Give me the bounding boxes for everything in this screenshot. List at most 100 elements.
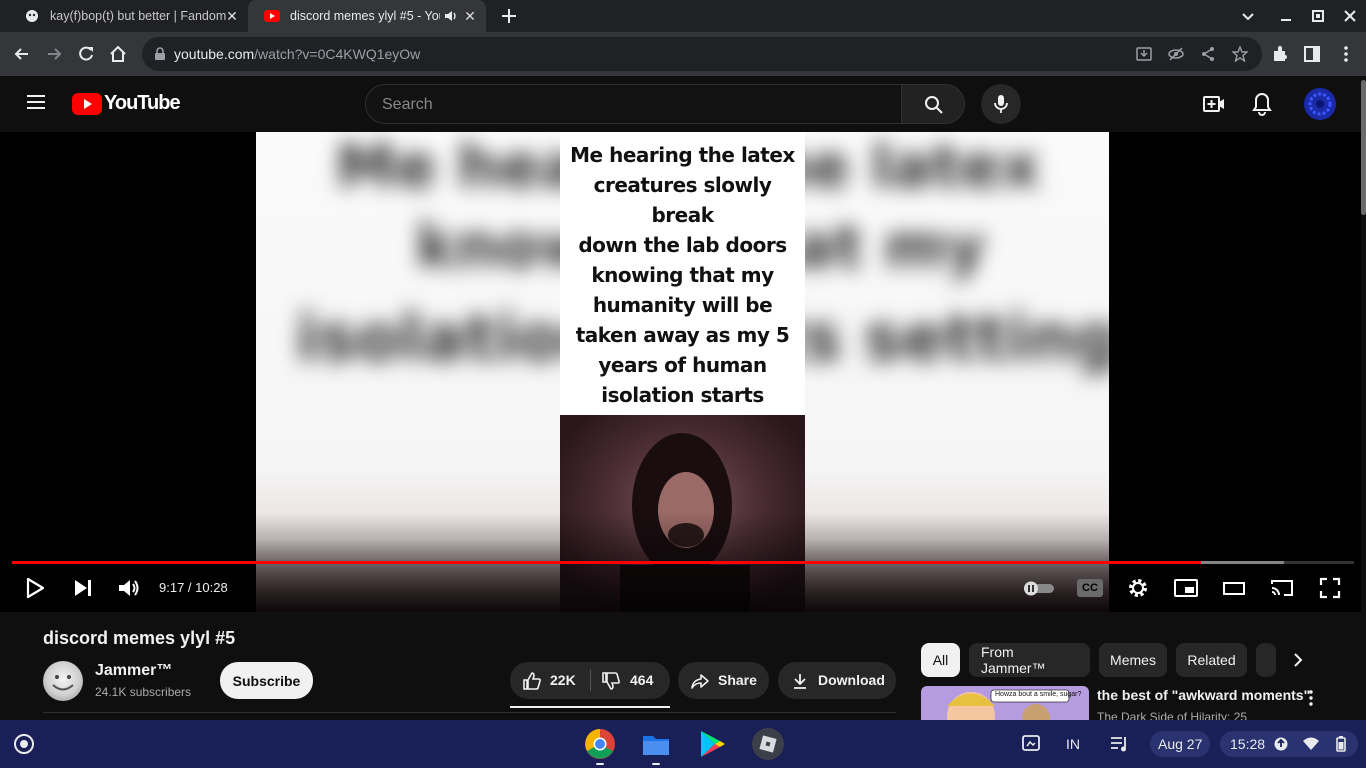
new-tab-icon[interactable]	[500, 7, 518, 25]
chip-related[interactable]: Related	[1176, 643, 1247, 677]
theater-mode-icon	[1223, 582, 1245, 595]
tracking-eye-icon[interactable]	[1168, 46, 1184, 62]
files-app-icon[interactable]	[640, 728, 672, 760]
miniplayer-button[interactable]	[1173, 575, 1199, 601]
notifications-bell-icon[interactable]	[1251, 92, 1273, 116]
subscriber-count: 24.1K subscribers	[95, 685, 192, 699]
fullscreen-button[interactable]	[1317, 575, 1343, 601]
youtube-logo[interactable]: YouTube	[72, 92, 181, 115]
chips-next-arrow-icon[interactable]	[1288, 650, 1308, 670]
search-button[interactable]	[901, 84, 965, 124]
date-text: Aug 27	[1158, 736, 1203, 752]
close-window-icon[interactable]	[1342, 8, 1358, 24]
chrome-app-icon[interactable]	[584, 728, 616, 760]
description-divider	[43, 712, 896, 713]
captions-button[interactable]: CC	[1077, 575, 1103, 601]
download-button[interactable]: Download	[778, 662, 896, 699]
extensions-icon[interactable]	[1270, 44, 1290, 64]
date-tray[interactable]: Aug 27	[1150, 731, 1210, 757]
input-method-indicator[interactable]: IN	[1066, 736, 1080, 752]
tab-youtube[interactable]: discord memes ylyl #5 - You ✕	[248, 0, 486, 32]
volume-button[interactable]	[116, 575, 142, 601]
forward-icon[interactable]	[44, 44, 64, 64]
like-ratio-bar	[510, 706, 670, 708]
create-video-icon[interactable]	[1202, 92, 1226, 116]
account-avatar[interactable]	[1304, 88, 1336, 120]
chip-overflow[interactable]	[1256, 643, 1276, 677]
tab-search-icon[interactable]	[1240, 8, 1256, 24]
next-button[interactable]	[70, 575, 96, 601]
more-actions-icon[interactable]	[1302, 689, 1320, 707]
search-input[interactable]	[382, 94, 882, 116]
cast-button[interactable]	[1269, 575, 1295, 601]
avatar-pattern-icon	[1308, 92, 1332, 116]
bookmark-star-icon[interactable]	[1232, 46, 1248, 62]
browser-toolbar: youtube.com/watch?v=0C4KWQ1eyOw	[0, 32, 1366, 76]
scrollbar-thumb[interactable]	[1361, 80, 1366, 215]
download-icon	[790, 671, 810, 691]
meme-line: Me hearing the latex	[570, 143, 795, 167]
like-dislike-group: 22K 464	[510, 662, 670, 699]
browser-tab-strip: kay(f)bop(t) but better | Fandom ✕ disco…	[0, 0, 1366, 32]
dislike-button[interactable]	[601, 671, 621, 691]
roblox-app-icon[interactable]	[752, 728, 784, 760]
meme-line: creatures slowly break	[593, 173, 772, 227]
launcher-icon[interactable]	[14, 734, 34, 754]
download-label: Download	[818, 672, 885, 688]
chip-all[interactable]: All	[921, 643, 960, 677]
reload-icon[interactable]	[76, 44, 96, 64]
like-count[interactable]: 22K	[550, 672, 576, 688]
menu-kebab-icon[interactable]	[1336, 44, 1356, 64]
restore-icon[interactable]	[1310, 8, 1326, 24]
channel-avatar[interactable]	[43, 661, 83, 701]
search-box[interactable]	[365, 84, 902, 124]
progress-bar[interactable]	[12, 561, 1354, 564]
chip-memes[interactable]: Memes	[1099, 643, 1167, 677]
holding-space-icon[interactable]	[1020, 734, 1042, 754]
side-panel-icon[interactable]	[1302, 44, 1322, 64]
lock-icon[interactable]	[154, 47, 166, 61]
theater-mode-button[interactable]	[1221, 575, 1247, 601]
clock-text: 15:28	[1230, 736, 1266, 752]
install-app-icon[interactable]	[1136, 46, 1152, 62]
channel-name[interactable]: Jammer™	[95, 662, 172, 680]
url-host: youtube.com	[174, 46, 255, 62]
like-button[interactable]	[522, 671, 542, 691]
fandom-favicon-icon	[24, 8, 40, 24]
address-bar[interactable]: youtube.com/watch?v=0C4KWQ1eyOw	[142, 37, 1262, 71]
settings-button[interactable]	[1125, 575, 1151, 601]
recommendation-title[interactable]: the best of "awkward moments"	[1097, 687, 1310, 703]
voice-search-button[interactable]	[981, 84, 1021, 124]
home-icon[interactable]	[108, 44, 128, 64]
tab-fandom[interactable]: kay(f)bop(t) but better | Fandom ✕	[8, 0, 248, 32]
share-arrow-icon	[690, 671, 710, 691]
files-running-indicator	[652, 763, 660, 765]
video-player[interactable]: Me hearing the latex knowing that my iso…	[0, 132, 1366, 612]
meme-line: years of human	[598, 353, 767, 377]
meme-line: taken away as my 5	[575, 323, 790, 347]
status-tray[interactable]: 15:28	[1220, 731, 1358, 757]
play-store-icon[interactable]	[696, 728, 728, 760]
media-controls-icon[interactable]	[1110, 735, 1130, 753]
update-available-icon	[1274, 737, 1288, 751]
close-tab-icon[interactable]: ✕	[462, 8, 478, 24]
close-tab-icon[interactable]: ✕	[224, 8, 240, 24]
thumbs-up-icon	[523, 672, 541, 690]
play-button[interactable]	[22, 575, 48, 601]
microphone-icon	[993, 94, 1009, 114]
share-button[interactable]: Share	[678, 662, 769, 699]
dislike-count: 464	[630, 672, 654, 688]
back-icon[interactable]	[12, 44, 32, 64]
share-icon[interactable]	[1200, 46, 1216, 62]
hamburger-menu-icon[interactable]	[26, 94, 46, 110]
minimize-icon[interactable]	[1278, 8, 1294, 24]
meme-line: knowing that my	[591, 263, 774, 287]
cast-icon	[1271, 580, 1293, 596]
trollface-avatar-icon	[52, 675, 74, 691]
chip-from-jammer[interactable]: From Jammer™	[969, 643, 1090, 677]
time-display: 9:17 / 10:28	[159, 580, 228, 595]
subscribe-button[interactable]: Subscribe	[220, 662, 313, 699]
autoplay-toggle[interactable]	[1022, 575, 1056, 601]
tab-audio-icon[interactable]	[444, 9, 458, 23]
youtube-logo-text: YouTube	[104, 92, 181, 114]
